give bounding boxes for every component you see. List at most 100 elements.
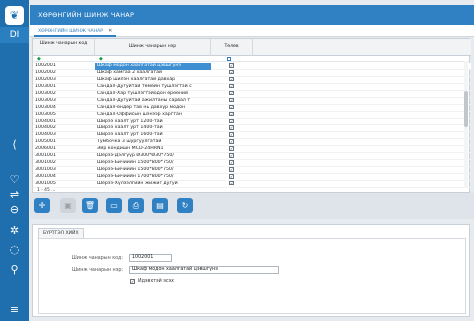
table-row[interactable]: 3001003 Шерээ-Бичиийн 1500*800*750/ ✓ <box>33 167 471 174</box>
table-row[interactable]: 1005001 Тумбочка 3 шургуулгатай ✓ <box>33 139 471 147</box>
status-checkbox[interactable]: ✓ <box>229 160 234 165</box>
table-row[interactable]: 1003004 Сандал-өндөр тав нь давхүр модон ✓ <box>33 104 471 112</box>
status-checkbox[interactable]: ✓ <box>229 63 234 68</box>
status-checkbox[interactable]: ✓ <box>229 76 234 82</box>
status-checkbox[interactable]: ✓ <box>229 180 234 186</box>
table-row[interactable]: 3001002 Шерээ-Бичиийн 1500*800*750/ ✓ <box>33 160 471 168</box>
table-row[interactable]: 1003002 Сандал-Хар тушлэгтэйодон өрөөний ✓ <box>33 90 471 98</box>
table-row[interactable]: 1004001 Ширээ хаалт урт 1200-тай ✓ <box>33 118 471 126</box>
page-title: ХӨРӨНГИЙН ШИНЖ ЧАНАР <box>30 5 474 25</box>
move-button[interactable]: ✛ <box>34 198 50 213</box>
save-button[interactable]: ▣ <box>60 198 76 213</box>
cell-code: 1005001 <box>35 139 56 145</box>
cell-code: 1004001 <box>35 118 56 124</box>
tab-register[interactable]: БҮРТГЭЛ ХИЙХ <box>38 228 84 238</box>
table-row[interactable]: 1002003 Шкаф шилэн хаалгатай давхар ✓ <box>33 76 471 84</box>
scrollbar-thumb[interactable] <box>464 91 468 127</box>
form-panel: БҮРТГЭЛ ХИЙХ Шинж чанарын код: 1002001 Ш… <box>32 224 470 317</box>
filter-code-icon[interactable]: ◆ <box>37 56 41 62</box>
cell-code: 3001002 <box>35 160 56 166</box>
leaf-icon[interactable]: ❦ <box>5 6 24 25</box>
close-icon[interactable]: ✕ <box>108 28 112 34</box>
cell-name: Сандал-Хар тушлэгтэйодон өрөөний <box>97 90 189 96</box>
cell-code: 3001005 <box>35 180 56 186</box>
status-checkbox[interactable]: ✓ <box>229 118 234 123</box>
code-label: Шинж чанарын код: <box>71 256 123 261</box>
tab-asset-attributes[interactable]: ХӨРӨНГИЙН ШИНЖ ЧАНАР ✕ <box>34 26 117 37</box>
status-checkbox[interactable]: ✓ <box>229 111 234 117</box>
column-header-status[interactable]: Төлөв <box>211 39 253 56</box>
cell-name: Тумбочка 3 шургуулгатай <box>97 139 162 145</box>
cell-code: 1003002 <box>35 90 56 96</box>
cell-name: Ширээ хаалт урт 1200-тай <box>97 118 163 124</box>
app-badge[interactable]: DI <box>0 27 29 43</box>
grid-rows: 1002001 Шкаф модон хаалгатай цэвшгүнэ ✓ 100… <box>33 63 471 188</box>
cell-name: Шерээ-Бичиийн 1700*800*750/ <box>97 174 174 179</box>
cell-code: 1003005 <box>35 111 56 117</box>
cell-name: Ширээ хаалт урт 1600-тай <box>97 132 163 138</box>
table-row[interactable]: 1003003 Сандал-Дугуйтай ажилтаны сарвал т… <box>33 97 471 105</box>
print-button[interactable]: ⎙ <box>128 198 144 213</box>
trash-button[interactable]: 🗑 <box>82 198 98 213</box>
export-button[interactable]: ▤ <box>152 198 168 213</box>
status-checkbox[interactable]: ✓ <box>229 167 234 172</box>
status-checkbox[interactable]: ✓ <box>229 139 234 144</box>
column-header-name[interactable]: Шинж чанарын нэр <box>95 39 211 56</box>
table-row[interactable]: 1004003 Ширээ хаалт урт 1600-тай ✓ <box>33 132 471 140</box>
status-checkbox[interactable]: ✓ <box>229 125 234 130</box>
cell-name: Сандал-Дугуйтай ажилтаны сарвал т <box>97 97 191 103</box>
cell-name: Шерээ-Дэлгүүр Ø300*Ø30*750/ <box>97 153 174 159</box>
search-icon[interactable]: ⚲ <box>0 262 29 278</box>
cell-name: Шерээ-Хүлээлгийн жижиг дугуй <box>97 180 178 186</box>
status-checkbox[interactable]: ✓ <box>229 104 234 110</box>
gear-icon[interactable]: ✲ <box>0 223 29 239</box>
status-checkbox[interactable]: ✓ <box>229 97 234 103</box>
filter-row: ◆ ◆ <box>33 56 471 62</box>
menu-icon[interactable]: ≡ <box>0 302 29 318</box>
balloon-icon[interactable]: ◌ <box>0 242 29 258</box>
table-row[interactable]: 1002002 Шкаф хамгаа 2 хаалгатай ✓ <box>33 69 471 77</box>
status-checkbox[interactable]: ✓ <box>229 90 234 96</box>
folder-button[interactable]: ▭ <box>106 198 122 213</box>
status-checkbox[interactable]: ✓ <box>229 174 234 179</box>
handshake-icon[interactable]: ⟨ <box>0 137 29 153</box>
action-toolbar: ✛ ▣ 🗑 ▭ ⎙ ▤ ↻ <box>30 193 474 219</box>
cell-name: Шерээ-Бичиийн 1500*800*750/ <box>97 160 174 166</box>
tab-row: ХӨРӨНГИЙН ШИНЖ ЧАНАР ✕ <box>30 25 474 37</box>
code-field[interactable]: 1002001 <box>129 254 172 262</box>
table-row[interactable]: 1003001 Сандал-Дугуйтай төмөйн тушлэгтэй … <box>33 83 471 91</box>
print-icon: ⎙ <box>132 201 140 210</box>
filter-name-icon[interactable]: ◆ <box>99 56 103 62</box>
status-checkbox[interactable]: ✓ <box>229 132 234 137</box>
cell-name: Шерээ-Бичиийн 1500*800*750/ <box>97 167 174 173</box>
refresh-button[interactable]: ↻ <box>177 198 193 213</box>
table-row[interactable]: 1002001 Шкаф модон хаалгатай цэвшгүнэ ✓ <box>33 63 471 70</box>
name-label: Шинж чанарын нэр: <box>71 268 123 273</box>
status-checkbox[interactable]: ✓ <box>229 69 234 75</box>
table-row[interactable]: 1004002 Ширээ хаалт урт 1400-тай ✓ <box>33 125 471 133</box>
cell-code: 1002003 <box>35 76 56 82</box>
arrows-icon[interactable]: ⇌ <box>0 187 29 203</box>
grid-scrollbar[interactable] <box>464 61 468 188</box>
active-checkbox[interactable]: ✓ <box>130 279 135 284</box>
status-checkbox[interactable]: ✓ <box>229 146 234 151</box>
cell-code: 1003001 <box>35 83 56 89</box>
status-checkbox[interactable]: ✓ <box>229 153 234 158</box>
heart-icon[interactable]: ♡ <box>0 172 29 188</box>
active-label: Идэвхтэй эсэх <box>138 279 175 284</box>
table-row[interactable]: 3001004 Шерээ-Бичиийн 1700*800*750/ ✓ <box>33 174 471 181</box>
tab-label: ХӨРӨНГИЙН ШИНЖ ЧАНАР <box>38 29 104 34</box>
table-row[interactable]: 3001005 Шерээ-Хүлээлгийн жижиг дугуй ✓ <box>33 180 471 188</box>
grid-header: Шинж чанарын код Шинж чанарын нэр Төлөв <box>33 39 471 56</box>
minus-circle-icon[interactable]: ⊖ <box>0 202 29 218</box>
cell-name: Сандал-Дугуйтай төмөйн тушлэгтэй с <box>97 83 192 89</box>
filter-status-checkbox[interactable] <box>227 57 231 61</box>
cell-name: Эйр кондишн MCD-24HRN1 <box>97 146 164 152</box>
table-row[interactable]: 1003005 Сандал-Оффисын шэнээр харгтан ✓ <box>33 111 471 119</box>
table-row[interactable]: 2006001 Эйр кондишн MCD-24HRN1 ✓ <box>33 146 471 154</box>
cell-code: 1002001 <box>35 63 56 68</box>
column-header-code[interactable]: Шинж чанарын код <box>33 39 95 56</box>
status-checkbox[interactable]: ✓ <box>229 83 234 89</box>
name-field[interactable]: Шкаф модон хаалгатай цэвшгүнэ <box>129 266 279 274</box>
table-row[interactable]: 3001001 Шерээ-Дэлгүүр Ø300*Ø30*750/ ✓ <box>33 153 471 161</box>
